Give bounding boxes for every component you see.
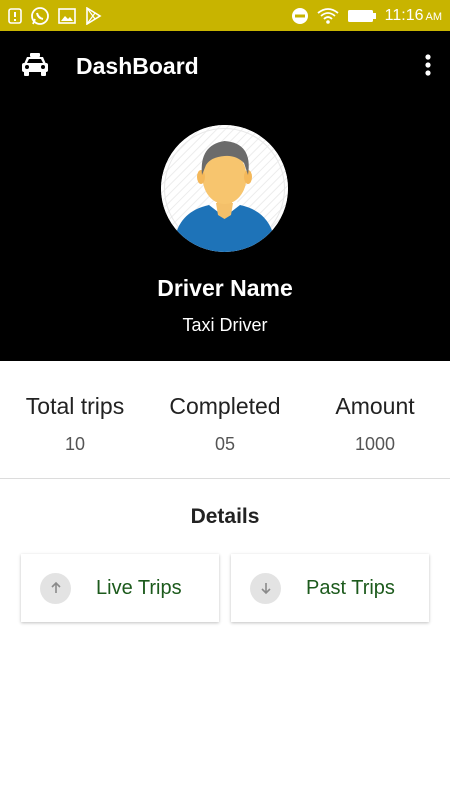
stat-amount: Amount 1000 — [300, 361, 450, 478]
status-left-icons — [8, 6, 102, 26]
stats-row: Total trips 10 Completed 05 Amount 1000 — [0, 361, 450, 479]
stat-completed: Completed 05 — [150, 361, 300, 478]
status-bar: 11:16 AM — [0, 0, 450, 31]
notification-icon — [8, 7, 22, 24]
past-trips-label: Past Trips — [306, 576, 395, 599]
live-trips-button[interactable]: Live Trips — [21, 554, 219, 622]
details-title: Details — [190, 505, 260, 528]
play-store-icon — [84, 6, 102, 25]
avatar — [161, 125, 288, 252]
gallery-icon — [58, 7, 76, 24]
status-ampm: AM — [425, 10, 443, 23]
stat-value: 1000 — [354, 434, 396, 454]
driver-name: Driver Name — [157, 275, 293, 301]
status-right: 11:16 AM — [291, 7, 442, 25]
past-trips-button[interactable]: Past Trips — [231, 554, 429, 622]
stat-value: 10 — [64, 434, 86, 454]
do-not-disturb-icon — [291, 7, 309, 25]
wifi-icon — [317, 7, 339, 24]
page-title: DashBoard — [76, 53, 199, 79]
status-time-value: 11:16 — [384, 6, 424, 24]
stat-label: Completed — [169, 393, 281, 419]
more-vert-icon[interactable] — [424, 53, 432, 82]
taxi-icon — [20, 53, 50, 84]
status-time: 11:16 AM — [385, 7, 442, 25]
stat-value: 05 — [214, 434, 236, 454]
whatsapp-icon — [30, 6, 50, 26]
live-trips-label: Live Trips — [96, 576, 182, 599]
arrow-down-icon — [250, 572, 281, 604]
stat-total-trips: Total trips 10 — [0, 361, 150, 478]
toolbar: DashBoard — [0, 31, 450, 101]
stat-label: Total trips — [25, 393, 125, 419]
dashboard-header: DashBoard Driver Name Taxi Driver — [0, 31, 450, 361]
stat-label: Amount — [335, 393, 415, 419]
arrow-up-icon — [40, 572, 71, 604]
battery-icon — [347, 9, 377, 23]
driver-role: Taxi Driver — [182, 315, 268, 335]
